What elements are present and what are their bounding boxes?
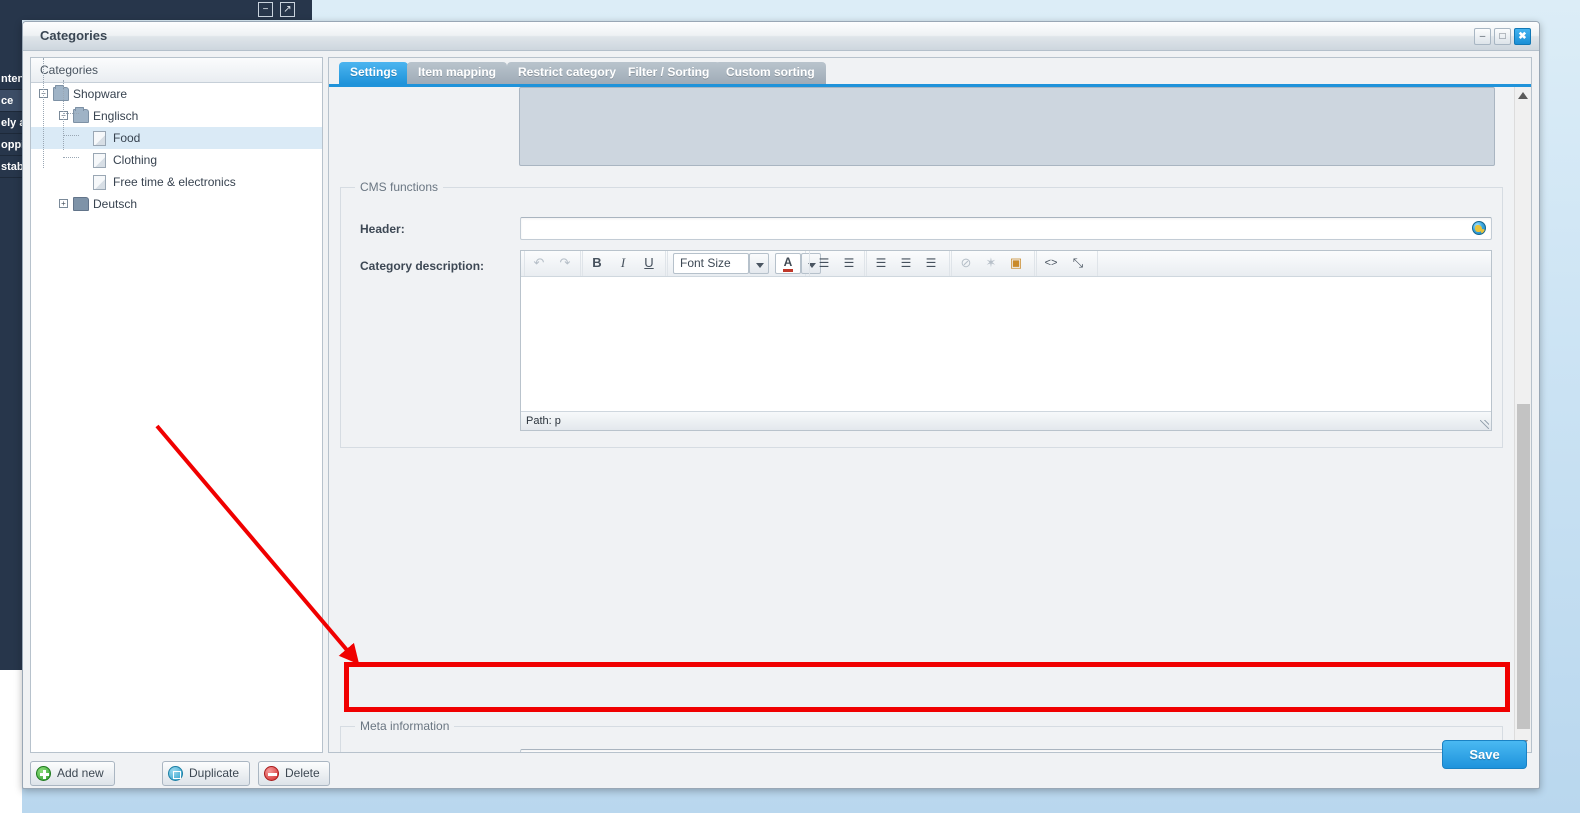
fullscreen-icon[interactable]: ⤡ [1068,254,1088,273]
cms-functions-fieldset: CMS functions Header: Category descripti… [340,180,1503,448]
tree-node-food[interactable]: Food [31,127,322,149]
editor-status-bar: Path: p [521,411,1491,430]
dialog-title: Categories [40,28,108,43]
tab-filter-sorting[interactable]: Filter / Sorting [617,62,721,84]
insert-media-icon[interactable]: ▣ [1006,254,1026,273]
background-sidebar: nten ce ely a oppi stab [0,20,25,670]
page-icon [93,153,106,168]
resize-grip-icon[interactable] [1480,420,1489,429]
cms-functions-legend: CMS functions [355,180,444,194]
bg-sidebar-row-4: stab [0,156,24,178]
font-size-chevron-down-icon[interactable] [749,253,769,274]
minimize-button[interactable]: – [1474,28,1491,45]
settings-scrollbar[interactable] [1514,87,1531,752]
italic-icon[interactable]: I [613,254,633,273]
tree-node-label: Englisch [93,109,139,123]
tree-node-label: Deutsch [93,197,138,211]
background-window-titlebar: − ↗ [0,0,312,20]
dialog-titlebar: Categories – □ ✖ [23,22,1539,51]
unordered-list-icon[interactable]: ☰ [814,254,834,273]
dialog-footer: Save [23,728,1539,788]
tree-node-shopware[interactable]: − Shopware [31,83,322,105]
font-size-value: Font Size [680,256,731,270]
tree-node-clothing[interactable]: Clothing [31,149,322,171]
tree-node-label: Clothing [113,153,158,167]
text-color-button[interactable]: A [775,253,801,274]
bg-sidebar-row-1: ce [0,90,22,112]
popout-icon[interactable]: ↗ [280,2,295,17]
tab-restrict-category[interactable]: Restrict category [507,62,628,84]
settings-panel: Settings Item mapping Restrict category … [328,57,1532,753]
header-label: Header: [360,222,405,236]
dialog-body: Categories − Shopware − Englisch Food Clothin… [23,51,1539,788]
editor-group-format: B I U [582,251,666,276]
shop-globe-icon-header[interactable] [1472,221,1486,235]
rich-text-editor: ↶ ↷ B I U Font Size A ☰ ☰ ☰ ☰ ☰ ⊘ ✶ ▣ <>… [520,250,1492,431]
tree-guideline [63,135,79,136]
undo-icon[interactable]: ↶ [529,254,549,273]
tab-settings[interactable]: Settings [339,62,409,84]
tree-guideline [63,80,64,150]
save-button[interactable]: Save [1442,740,1527,769]
redo-icon[interactable]: ↷ [555,254,575,273]
expand-icon[interactable]: + [59,199,68,208]
tab-custom-sorting[interactable]: Custom sorting [715,62,826,84]
align-right-icon[interactable]: ☰ [921,254,941,273]
editor-content-area[interactable] [521,277,1491,411]
tab-item-mapping[interactable]: Item mapping [407,62,508,84]
ordered-list-icon[interactable]: ☰ [839,254,859,273]
scroll-up-arrow-icon[interactable] [1518,91,1529,100]
tree-node-deutsch[interactable]: + Deutsch [31,193,322,215]
folder-icon [53,85,69,101]
editor-group-align: ☰ ☰ ☰ [866,251,950,276]
maximize-button[interactable]: □ [1494,28,1511,45]
restore-icon[interactable]: − [258,2,273,17]
category-tree[interactable]: − Shopware − Englisch Food Clothing Free time … [31,58,322,215]
page-icon [93,131,106,146]
tree-guideline [63,157,79,158]
editor-group-insert: ⊘ ✶ ▣ [951,251,1035,276]
tree-node-englisch[interactable]: − Englisch [31,105,322,127]
tree-node-free-time-electronics[interactable]: Free time & electronics [31,171,322,193]
page-icon [93,175,106,190]
underline-icon[interactable]: U [639,254,659,273]
tree-node-label: Food [113,131,141,145]
tab-strip: Settings Item mapping Restrict category … [329,58,1531,87]
close-button[interactable]: ✖ [1514,28,1531,45]
bg-sidebar-row-0: nten [0,68,24,90]
settings-form: CMS functions Header: Category descripti… [329,87,1514,752]
editor-toolbar: ↶ ↷ B I U Font Size A ☰ ☰ ☰ ☰ ☰ ⊘ ✶ ▣ <>… [521,251,1491,277]
background-content-area [0,670,22,813]
editor-path-text: Path: p [526,415,561,427]
tree-node-label: Shopware [73,87,128,101]
unlink-icon[interactable]: ⊘ [956,254,976,273]
editor-group-history: ↶ ↷ [524,251,581,276]
categories-dialog: Categories – □ ✖ Categories − Shopware − En… [22,21,1540,789]
bg-sidebar-row-2: ely a [0,112,25,134]
tree-panel-header: Categories [31,58,322,83]
source-code-icon[interactable]: <> [1041,254,1061,273]
editor-group-tools: <> ⤡ [1036,251,1098,276]
tree-node-label: Free time & electronics [113,175,236,189]
settings-scroll-area: CMS functions Header: Category descripti… [329,87,1531,752]
scrollbar-thumb[interactable] [1517,404,1530,729]
align-center-icon[interactable]: ☰ [896,254,916,273]
folder-icon [73,197,89,211]
font-size-select[interactable]: Font Size [673,253,749,274]
align-left-icon[interactable]: ☰ [871,254,891,273]
category-description-label: Category description: [360,259,485,273]
categories-tree-panel: Categories − Shopware − Englisch Food Clothin… [30,57,323,753]
tree-guideline [43,58,44,168]
bg-sidebar-row-3: oppi [0,134,24,156]
bold-icon[interactable]: B [587,254,607,273]
editor-group-font: Font Size A [667,251,821,276]
disabled-textarea-above [519,87,1495,166]
tree-guideline [63,113,79,114]
header-input[interactable] [520,217,1492,240]
text-color-icon: A [783,255,793,272]
editor-group-lists: ☰ ☰ [809,251,865,276]
remove-anchor-icon[interactable]: ✶ [981,254,1001,273]
folder-icon [73,107,89,123]
desktop-background: − ↗ nten ce ely a oppi stab Categories –… [0,0,1580,813]
